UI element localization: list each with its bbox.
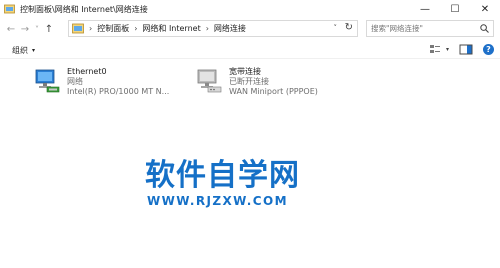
- search-icon[interactable]: [480, 24, 489, 33]
- breadcrumb-network-connections[interactable]: 网络连接: [214, 23, 246, 34]
- breadcrumb-network-internet[interactable]: 网络和 Internet: [142, 23, 200, 34]
- forward-arrow-icon[interactable]: →: [18, 20, 32, 38]
- view-options-dropdown-icon[interactable]: ▾: [446, 46, 449, 53]
- title-bar: 控制面板\网络和 Internet\网络连接 — ☐ ✕: [0, 0, 500, 18]
- address-dropdown-icon[interactable]: ˅: [334, 24, 338, 32]
- watermark-title: 软件自学网: [145, 158, 300, 193]
- connection-status: 已断开连接: [229, 77, 269, 86]
- watermark-url: WWW.RJZXW.COM: [147, 194, 288, 208]
- breadcrumb-separator: ›: [205, 24, 209, 33]
- connection-name: 宽带连接: [229, 67, 261, 76]
- connection-item-broadband[interactable]: 宽带连接 已断开连接 WAN Miniport (PPPOE): [195, 67, 318, 97]
- search-input[interactable]: [367, 24, 477, 33]
- change-view-icon[interactable]: [429, 44, 444, 55]
- refresh-icon[interactable]: ↻: [345, 22, 353, 33]
- connection-name: Ethernet0: [67, 67, 107, 76]
- breadcrumb-separator: ›: [134, 24, 138, 33]
- search-box[interactable]: [366, 20, 494, 37]
- help-icon[interactable]: ?: [483, 44, 494, 55]
- connection-device: Intel(R) PRO/1000 MT N...: [67, 87, 170, 96]
- site-watermark: 软件自学网 WWW.RJZXW.COM: [145, 158, 300, 209]
- organize-label: 组织: [12, 45, 28, 55]
- broadband-modem-icon: [195, 67, 223, 95]
- chevron-down-icon: ▾: [32, 46, 36, 54]
- connection-status: 网络: [67, 77, 83, 86]
- window-title: 控制面板\网络和 Internet\网络连接: [20, 4, 148, 14]
- control-panel-icon: [4, 4, 15, 14]
- close-button[interactable]: ✕: [470, 0, 500, 18]
- breadcrumb-separator: ›: [89, 24, 93, 33]
- command-bar: 组织 ▾ ▾ ?: [0, 42, 500, 59]
- connection-item-ethernet[interactable]: Ethernet0 网络 Intel(R) PRO/1000 MT N...: [33, 67, 169, 97]
- back-arrow-icon[interactable]: ←: [4, 20, 18, 38]
- maximize-button[interactable]: ☐: [440, 0, 470, 18]
- navigation-bar: ← → ˅ ↑ › 控制面板 › 网络和 Internet › 网络连接 ˅ ↻: [0, 18, 500, 40]
- organize-menu-button[interactable]: 组织 ▾: [12, 45, 35, 56]
- recent-locations-icon[interactable]: ˅: [32, 20, 42, 38]
- control-panel-icon: [72, 23, 84, 34]
- ethernet-adapter-icon: [33, 67, 61, 95]
- breadcrumb-control-panel[interactable]: 控制面板: [97, 23, 129, 34]
- address-bar[interactable]: › 控制面板 › 网络和 Internet › 网络连接 ˅ ↻: [68, 20, 358, 37]
- connection-device: WAN Miniport (PPPOE): [229, 87, 318, 96]
- up-arrow-icon[interactable]: ↑: [42, 20, 56, 38]
- preview-pane-icon[interactable]: [459, 44, 473, 55]
- minimize-button[interactable]: —: [410, 0, 440, 18]
